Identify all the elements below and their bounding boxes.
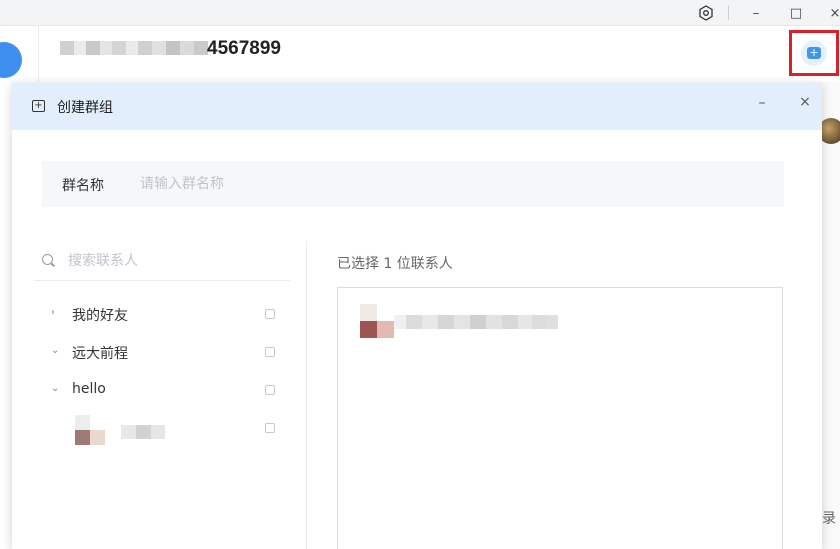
dialog-title: 创建群组 (57, 100, 113, 116)
selected-contact-name-blurred (486, 315, 502, 329)
selected-contact-name-blurred (406, 315, 422, 329)
blurred-avatar-graphic (360, 304, 394, 338)
sidebar-avatar[interactable] (0, 42, 22, 78)
group-name-row: 群名称 (42, 161, 784, 207)
minimize-icon: – (758, 95, 766, 111)
contact-avatar-blurred (75, 415, 105, 445)
selected-contact-name-blurred (422, 315, 438, 329)
contact-checkbox[interactable] (265, 423, 275, 433)
window-close-button[interactable]: × (826, 4, 840, 22)
window-minimize-button[interactable]: – (747, 4, 765, 22)
selected-list (337, 287, 783, 549)
selected-contact-name-blurred (502, 315, 518, 329)
chat-add-icon: + (801, 40, 827, 66)
close-icon: × (829, 5, 840, 21)
contact-search (34, 241, 290, 281)
selected-contact-name-blurred (438, 315, 454, 329)
group-checkbox[interactable] (265, 385, 275, 395)
selected-contact-name-blurred (454, 315, 470, 329)
pane-divider (306, 241, 307, 549)
chat-title-blurred (60, 41, 208, 55)
tree-group-label: hello (72, 381, 106, 397)
selected-contact-name-blurred (518, 315, 532, 329)
selected-contact-name-blurred (470, 315, 486, 329)
contact-name-blurred (151, 425, 165, 439)
contact-search-input[interactable] (68, 249, 268, 273)
create-group-button[interactable]: + (789, 30, 839, 76)
blurred-avatar-graphic (75, 415, 105, 445)
tree-group-my-friends[interactable]: › 我的好友 (34, 297, 290, 331)
tree-group-label: 我的好友 (72, 308, 128, 324)
tree-group-label: 远大前程 (72, 346, 128, 362)
sidebar-divider (38, 26, 39, 82)
background-text: 录 (822, 511, 836, 527)
tree-group-hello[interactable]: ⌄ hello (34, 373, 290, 407)
selected-contact-name-blurred (546, 315, 558, 329)
create-group-icon: + (32, 100, 45, 112)
window-titlebar: – □ × (0, 0, 840, 26)
dialog-minimize-button[interactable]: – (752, 95, 772, 115)
settings-icon[interactable] (697, 4, 715, 22)
selected-contact-name-blurred (532, 315, 546, 329)
group-name-input[interactable] (140, 169, 760, 199)
selected-count: 已选择 1 位联系人 (337, 256, 453, 272)
group-checkbox[interactable] (265, 309, 275, 319)
close-icon: × (799, 94, 811, 110)
contact-item[interactable] (34, 409, 290, 449)
dialog-header: + 创建群组 – × (12, 83, 822, 130)
chat-title-number: 4567899 (207, 38, 281, 59)
selected-contact-name-blurred (394, 315, 406, 329)
create-group-dialog: + 创建群组 – × 群名称 › 我的好友 ⌄ 远大前程 ⌄ hello (12, 83, 822, 549)
minimize-icon: – (752, 5, 760, 21)
contacts-pane: › 我的好友 ⌄ 远大前程 ⌄ hello (34, 241, 290, 549)
maximize-icon: □ (789, 5, 803, 21)
titlebar-separator (728, 6, 729, 20)
settings-icon-graphic (699, 5, 713, 21)
contact-name-blurred (136, 425, 151, 439)
selected-contact-avatar-blurred (360, 304, 394, 338)
chevron-right-icon: › (51, 307, 55, 318)
chat-header: 4567899 + (0, 26, 840, 82)
selected-pane: 已选择 1 位联系人 (337, 241, 785, 549)
group-checkbox[interactable] (265, 347, 275, 357)
tree-group-yuanda[interactable]: ⌄ 远大前程 (34, 335, 290, 369)
search-icon (42, 254, 53, 265)
contact-name-blurred (121, 425, 136, 439)
chevron-down-icon: ⌄ (51, 345, 60, 356)
group-name-label: 群名称 (62, 178, 104, 194)
chevron-down-icon: ⌄ (51, 383, 60, 394)
dialog-close-button[interactable]: × (795, 94, 815, 114)
window-maximize-button[interactable]: □ (787, 4, 805, 22)
